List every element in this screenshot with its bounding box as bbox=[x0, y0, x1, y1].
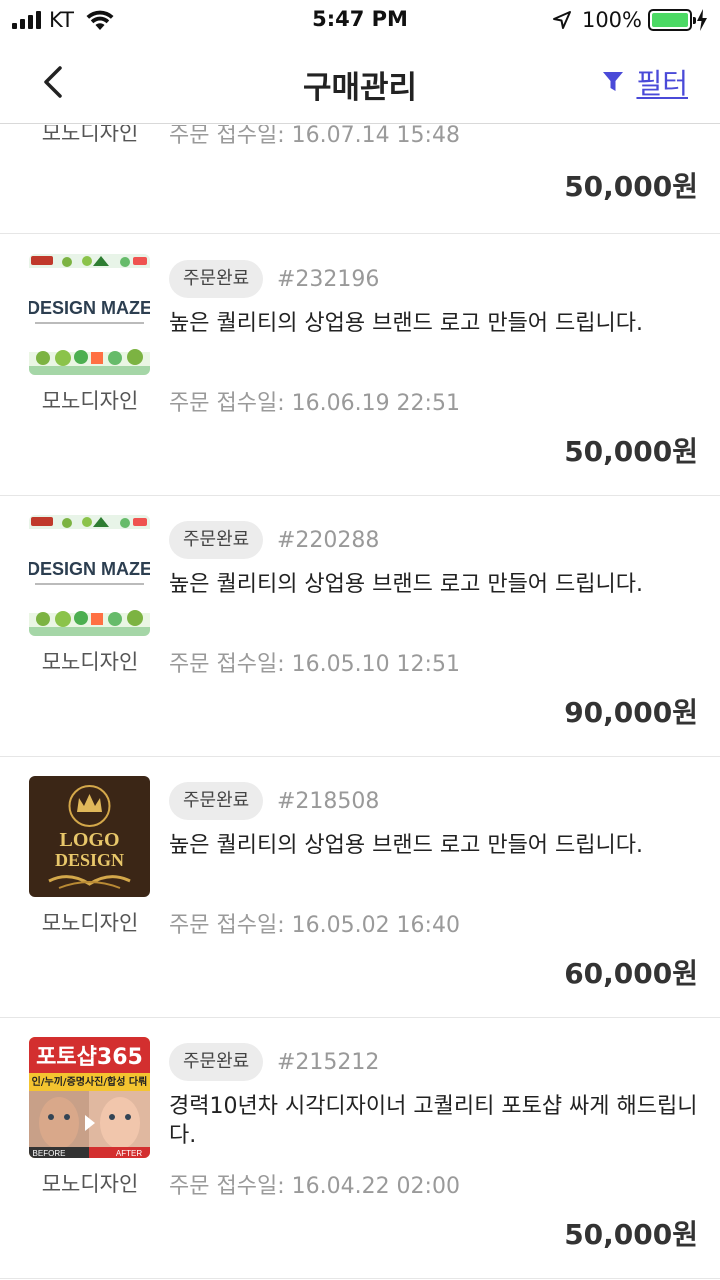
nav-bar: 구매관리 필터 bbox=[0, 40, 720, 124]
order-number: #232196 bbox=[277, 267, 380, 292]
thumbnail-text: DESIGN MAZE bbox=[29, 559, 150, 579]
product-thumbnail[interactable]: DESIGN MAZE bbox=[29, 515, 150, 636]
order-price: 50,000원 bbox=[564, 435, 698, 468]
order-title[interactable]: 높은 퀄리티의 상업용 브랜드 로고 만들어 드립니다. bbox=[169, 309, 699, 338]
thumbnail-text: 인/누끼/증명사진/합성 다뤄 bbox=[32, 1075, 148, 1088]
order-title[interactable]: 높은 퀄리티의 상업용 브랜드 로고 만들어 드립니다. bbox=[169, 570, 699, 599]
thumbnail-text: 포토샵365 bbox=[36, 1045, 143, 1070]
status-bar: KT 5:47 PM 100% bbox=[0, 0, 720, 40]
status-badge: 주문완료 bbox=[169, 521, 264, 559]
seller-name: 모노디자인 bbox=[41, 650, 139, 674]
order-item[interactable]: LOGO DESIGN 모노디자인 주문완료 #218508 높은 퀄리티의 상… bbox=[0, 757, 720, 1018]
filter-button[interactable]: 필터 bbox=[602, 62, 688, 102]
order-price: 90,000원 bbox=[564, 696, 698, 729]
order-title[interactable]: 높은 퀄리티의 상업용 브랜드 로고 만들어 드립니다. bbox=[169, 831, 699, 860]
product-thumbnail[interactable]: DESIGN MAZE bbox=[29, 254, 150, 375]
order-list[interactable]: 모노디자인 주문 접수일: 16.07.14 15:48 50,000원 DES… bbox=[0, 125, 720, 1280]
seller-name: 모노디자인 bbox=[41, 1172, 139, 1196]
thumbnail-text: DESIGN bbox=[55, 850, 124, 870]
product-thumbnail[interactable]: 포토샵365 인/누끼/증명사진/합성 다뤄 BEFORE AFTER bbox=[29, 1037, 150, 1158]
order-date: 주문 접수일: 16.04.22 02:00 bbox=[169, 1174, 460, 1199]
filter-label: 필터 bbox=[636, 67, 688, 100]
battery-level bbox=[652, 13, 688, 27]
order-date: 주문 접수일: 16.05.10 12:51 bbox=[169, 652, 460, 677]
seller-name: 모노디자인 bbox=[41, 911, 139, 935]
order-item[interactable]: DESIGN MAZE 모노디자인 주문완료 #232196 높은 퀄리티의 상… bbox=[0, 235, 720, 496]
status-right: 100% bbox=[552, 6, 708, 34]
battery-icon bbox=[648, 9, 696, 31]
order-price: 50,000원 bbox=[564, 1218, 698, 1251]
order-title[interactable]: 경력10년차 시각디자이너 고퀄리티 포토샵 싸게 해드립니다. bbox=[169, 1092, 699, 1150]
status-badge: 주문완료 bbox=[169, 782, 264, 820]
order-date: 주문 접수일: 16.06.19 22:51 bbox=[169, 391, 460, 416]
order-number: #220288 bbox=[277, 528, 380, 553]
order-date: 주문 접수일: 16.07.14 15:48 bbox=[169, 125, 460, 148]
order-price: 60,000원 bbox=[564, 957, 698, 990]
order-number: #215212 bbox=[277, 1050, 380, 1075]
order-item[interactable]: 모노디자인 주문 접수일: 16.07.14 15:48 50,000원 bbox=[0, 125, 720, 234]
funnel-icon bbox=[603, 72, 624, 91]
location-arrow-icon bbox=[552, 11, 571, 29]
product-thumbnail[interactable]: LOGO DESIGN bbox=[29, 776, 150, 897]
seller-name: 모노디자인 bbox=[41, 125, 139, 145]
status-badge: 주문완료 bbox=[169, 1043, 264, 1081]
order-price: 50,000원 bbox=[564, 170, 698, 203]
thumbnail-text: BEFORE bbox=[33, 1149, 66, 1158]
thumbnail-text: DESIGN MAZE bbox=[29, 298, 150, 318]
order-number: #218508 bbox=[277, 789, 380, 814]
thumbnail-text: AFTER bbox=[116, 1149, 142, 1158]
order-item[interactable]: 포토샵365 인/누끼/증명사진/합성 다뤄 BEFORE AFTER 모노디자… bbox=[0, 1018, 720, 1279]
order-item[interactable]: DESIGN MAZE 모노디자인 주문완료 #220288 높은 퀄리티의 상… bbox=[0, 496, 720, 757]
charging-bolt-icon bbox=[697, 9, 707, 31]
status-badge: 주문완료 bbox=[169, 260, 264, 298]
seller-name: 모노디자인 bbox=[41, 389, 139, 413]
battery-percent: 100% bbox=[581, 8, 642, 32]
thumbnail-text: LOGO bbox=[59, 829, 119, 851]
order-date: 주문 접수일: 16.05.02 16:40 bbox=[169, 913, 460, 938]
